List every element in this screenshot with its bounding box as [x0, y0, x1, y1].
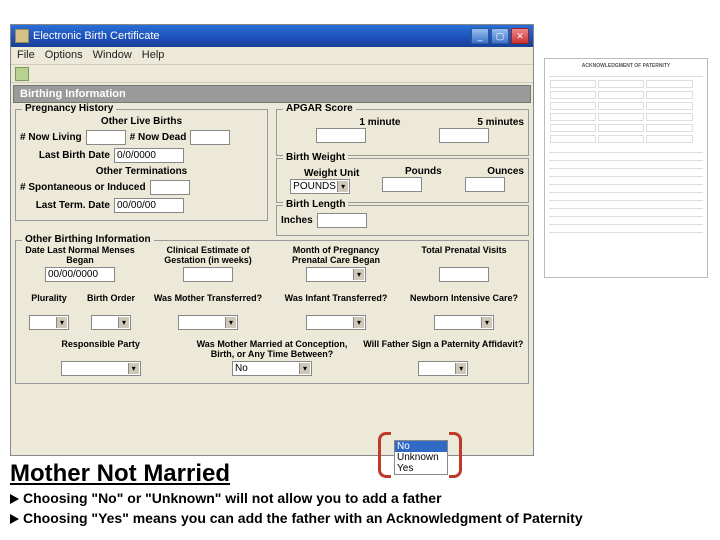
nicu-select[interactable]: [434, 315, 494, 330]
mother-transferred-label: Was Mother Transferred?: [148, 293, 268, 315]
plurality-select[interactable]: [29, 315, 69, 330]
toolbar-icon[interactable]: [15, 67, 29, 81]
bullet-1: Choosing "No" or "Unknown" will not allo…: [10, 490, 442, 506]
app-icon: [15, 29, 29, 43]
pounds-label: Pounds: [363, 166, 441, 177]
apgar-5min-input[interactable]: [439, 128, 489, 143]
infant-transferred-label: Was Infant Transferred?: [276, 293, 396, 315]
last-birth-date-input[interactable]: 0/0/0000: [114, 148, 184, 163]
now-dead-label: # Now Dead: [130, 132, 187, 143]
now-dead-input[interactable]: [190, 130, 230, 145]
other-live-births-label: Other Live Births: [20, 116, 263, 127]
infant-transferred-select[interactable]: [306, 315, 366, 330]
thumb-title: ACKNOWLEDGMENT OF PATERNITY: [549, 63, 703, 69]
prenatal-month-select[interactable]: [306, 267, 366, 282]
married-select[interactable]: No: [232, 361, 312, 376]
birth-weight-fieldset: Birth Weight Weight Unit POUNDS Pounds: [276, 158, 529, 203]
paternity-dropdown-popup[interactable]: No Unknown Yes: [394, 440, 448, 475]
last-term-date-label: Last Term. Date: [20, 200, 110, 211]
minimize-button[interactable]: _: [471, 28, 489, 44]
last-birth-date-label: Last Birth Date: [20, 150, 110, 161]
spontaneous-label: # Spontaneous or Induced: [20, 182, 146, 193]
inches-label: Inches: [281, 215, 313, 226]
last-term-date-input[interactable]: 00/00/00: [114, 198, 184, 213]
apgar-1min-label: 1 minute: [281, 117, 401, 128]
inches-input[interactable]: [317, 213, 367, 228]
apgar-legend: APGAR Score: [283, 103, 356, 114]
gestation-label: Clinical Estimate of Gestation (in weeks…: [148, 245, 268, 267]
menses-label: Date Last Normal Menses Began: [20, 245, 140, 267]
prenatal-month-label: Month of Pregnancy Prenatal Care Began: [276, 245, 396, 267]
form-body: Pregnancy History Other Live Births # No…: [11, 105, 533, 388]
menu-window[interactable]: Window: [93, 49, 132, 62]
bullet-arrow-icon: [10, 494, 19, 504]
slide-heading: Mother Not Married: [10, 460, 230, 488]
now-living-input[interactable]: [86, 130, 126, 145]
visits-input[interactable]: [439, 267, 489, 282]
birth-order-select[interactable]: [91, 315, 131, 330]
apgar-1min-input[interactable]: [316, 128, 366, 143]
ounces-input[interactable]: [465, 177, 505, 192]
maximize-button[interactable]: ▢: [491, 28, 509, 44]
weight-unit-label: Weight Unit: [281, 168, 359, 179]
menu-file[interactable]: File: [17, 49, 35, 62]
responsible-label: Responsible Party: [20, 339, 181, 361]
menubar: File Options Window Help: [11, 47, 533, 65]
length-legend: Birth Length: [283, 199, 348, 210]
paternity-select[interactable]: [418, 361, 468, 376]
now-living-label: # Now Living: [20, 132, 82, 143]
other-legend: Other Birthing Information: [22, 234, 154, 245]
birth-order-label: Birth Order: [82, 293, 140, 315]
apgar-fieldset: APGAR Score 1 minute 5 minutes: [276, 109, 529, 156]
weight-unit-select[interactable]: POUNDS: [290, 179, 350, 194]
bullet-arrow-icon: [10, 514, 19, 524]
close-button[interactable]: ✕: [511, 28, 529, 44]
apgar-5min-label: 5 minutes: [405, 117, 525, 128]
pounds-input[interactable]: [382, 177, 422, 192]
paternity-label: Will Father Sign a Paternity Affidavit?: [363, 339, 524, 361]
ounces-label: Ounces: [446, 166, 524, 177]
dropdown-option-yes[interactable]: Yes: [395, 463, 447, 474]
other-terminations-label: Other Terminations: [20, 166, 263, 177]
gestation-input[interactable]: [183, 267, 233, 282]
window-buttons: _ ▢ ✕: [471, 28, 529, 44]
dropdown-option-no[interactable]: No: [395, 441, 447, 452]
window-title: Electronic Birth Certificate: [33, 30, 471, 42]
section-title: Birthing Information: [13, 85, 531, 103]
menu-help[interactable]: Help: [142, 49, 165, 62]
pregnancy-legend: Pregnancy History: [22, 103, 116, 114]
spontaneous-input[interactable]: [150, 180, 190, 195]
other-birthing-fieldset: Other Birthing Information Date Last Nor…: [15, 240, 529, 384]
weight-legend: Birth Weight: [283, 152, 348, 163]
menu-options[interactable]: Options: [45, 49, 83, 62]
app-window: Electronic Birth Certificate _ ▢ ✕ File …: [10, 24, 534, 456]
mother-transferred-select[interactable]: [178, 315, 238, 330]
birth-length-fieldset: Birth Length Inches: [276, 205, 529, 236]
dropdown-option-unknown[interactable]: Unknown: [395, 452, 447, 463]
visits-label: Total Prenatal Visits: [404, 245, 524, 267]
bullet-2: Choosing "Yes" means you can add the fat…: [10, 510, 690, 526]
married-label: Was Mother Married at Conception, Birth,…: [191, 339, 352, 361]
titlebar: Electronic Birth Certificate _ ▢ ✕: [11, 25, 533, 47]
toolbar: [11, 65, 533, 83]
responsible-select[interactable]: [61, 361, 141, 376]
paternity-form-thumbnail: ACKNOWLEDGMENT OF PATERNITY: [544, 58, 708, 278]
nicu-label: Newborn Intensive Care?: [404, 293, 524, 315]
plurality-label: Plurality: [20, 293, 78, 315]
pregnancy-history-fieldset: Pregnancy History Other Live Births # No…: [15, 109, 268, 221]
menses-input[interactable]: 00/00/0000: [45, 267, 115, 282]
